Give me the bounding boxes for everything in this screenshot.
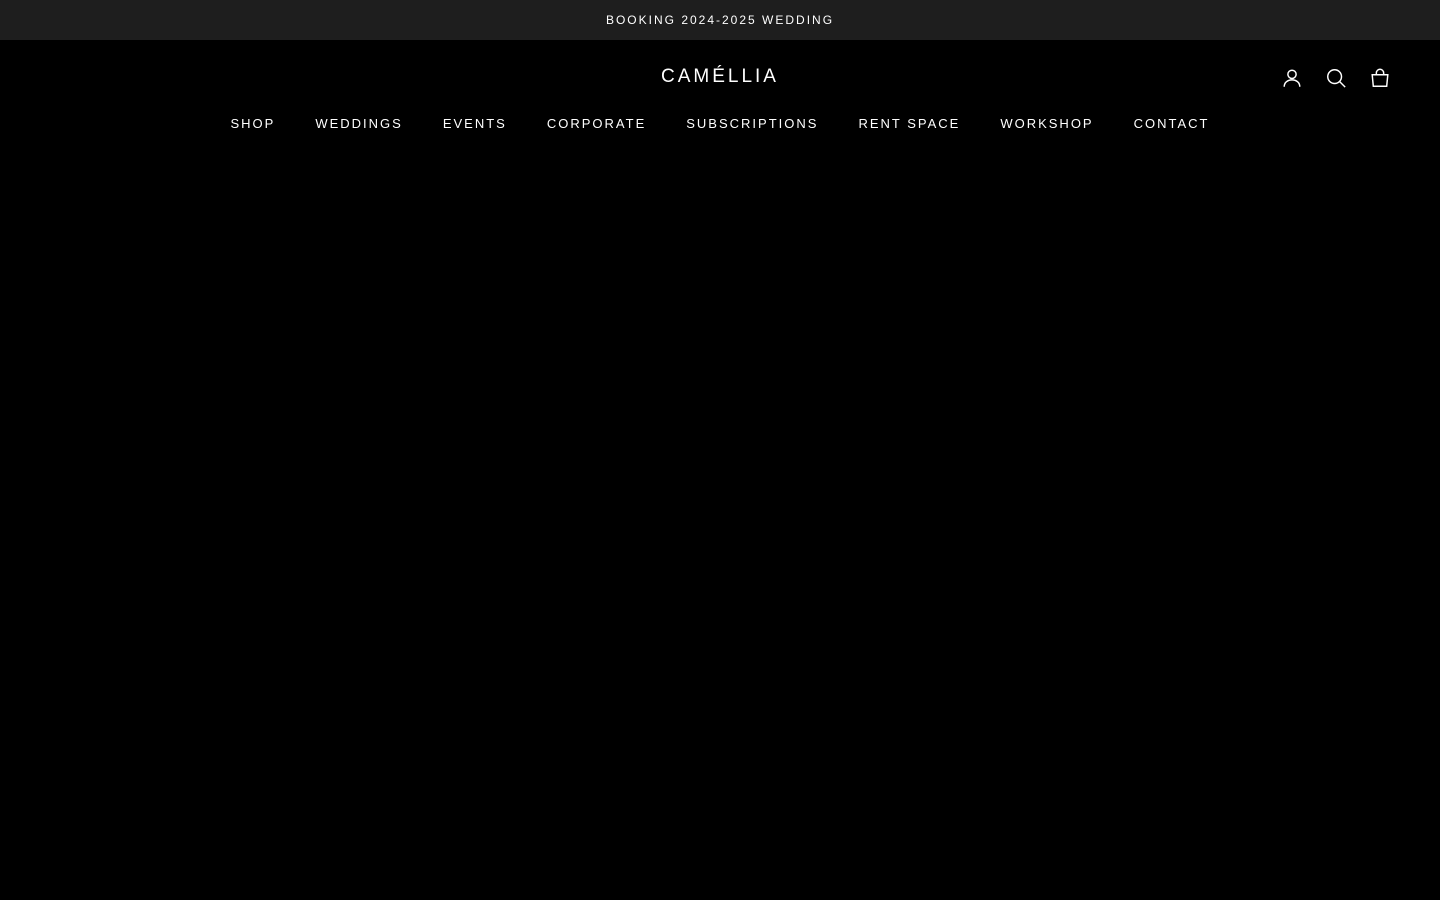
- announcement-bar: BOOKING 2024-2025 WEDDING: [0, 0, 1440, 40]
- main-content: [0, 160, 1440, 900]
- site-logo[interactable]: CAMÉLLIA: [650, 66, 790, 88]
- search-icon: [1327, 69, 1346, 88]
- nav-item-weddings[interactable]: WEDDINGS: [315, 116, 403, 131]
- cart-icon: [1371, 68, 1389, 87]
- nav-item-events[interactable]: EVENTS: [443, 116, 507, 131]
- header-icons: [1280, 66, 1392, 90]
- nav-item-corporate[interactable]: CORPORATE: [547, 116, 646, 131]
- cart-button[interactable]: [1368, 66, 1392, 90]
- nav-item-workshop[interactable]: WORKSHOP: [1000, 116, 1093, 131]
- nav-item-subscriptions[interactable]: SUBSCRIPTIONS: [686, 116, 818, 131]
- main-nav: SHOP WEDDINGS EVENTS CORPORATE SUBSCRIPT…: [0, 116, 1440, 131]
- site-header: CAMÉLLIA SHOP WEDDINGS EVENTS CORPORATE …: [0, 40, 1440, 160]
- nav-item-contact[interactable]: CONTACT: [1134, 116, 1210, 131]
- nav-item-shop[interactable]: SHOP: [231, 116, 276, 131]
- nav-item-rent-space[interactable]: RENT SPACE: [858, 116, 960, 131]
- announcement-link[interactable]: BOOKING 2024-2025 WEDDING: [606, 13, 834, 27]
- account-button[interactable]: [1280, 66, 1304, 90]
- search-button[interactable]: [1324, 66, 1348, 90]
- account-icon: [1283, 69, 1301, 87]
